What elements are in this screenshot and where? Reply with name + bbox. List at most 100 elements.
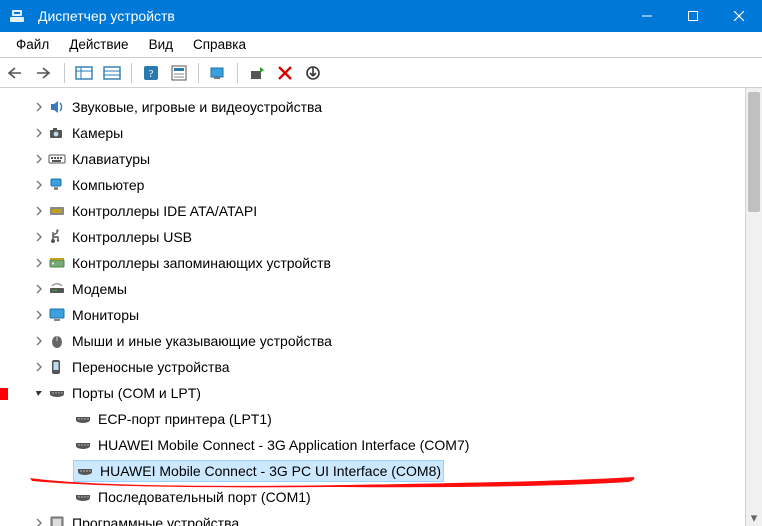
chevron-right-icon[interactable] [32, 230, 46, 244]
chevron-placeholder [58, 412, 72, 426]
tree-node-label: Камеры [72, 125, 123, 141]
camera-icon [48, 124, 66, 142]
client-area: Звуковые, игровые и видеоустройства Камер… [0, 88, 762, 526]
tree-node-label: Программные устройства [72, 515, 239, 526]
mouse-icon [48, 332, 66, 350]
monitor-icon [48, 306, 66, 324]
tree-node-label: Контроллеры запоминающих устройств [72, 255, 331, 271]
chevron-right-icon[interactable] [32, 126, 46, 140]
toolbar-disable-button[interactable] [300, 61, 326, 85]
chevron-down-icon[interactable] [32, 386, 46, 400]
modem-icon [48, 280, 66, 298]
menubar: Файл Действие Вид Справка [0, 32, 762, 58]
toolbar-separator [237, 63, 238, 83]
back-button[interactable] [4, 61, 30, 85]
toolbar-view-button[interactable] [71, 61, 97, 85]
port-icon [74, 436, 92, 454]
portable-icon [48, 358, 66, 376]
svg-text:?: ? [149, 68, 154, 80]
app-icon [8, 7, 26, 25]
tree-node-label: Компьютер [72, 177, 144, 193]
titlebar: Диспетчер устройств [0, 0, 762, 32]
tree-node[interactable]: Последовательный порт (COM1) [0, 484, 762, 510]
software-icon [48, 514, 66, 526]
port-icon [74, 410, 92, 428]
menu-action[interactable]: Действие [59, 34, 138, 55]
tree-node-label: Контроллеры USB [72, 229, 192, 245]
chevron-right-icon[interactable] [32, 178, 46, 192]
tree-node[interactable]: Звуковые, игровые и видеоустройства [0, 94, 762, 120]
tree-node[interactable]: Компьютер [0, 172, 762, 198]
toolbar-help-button[interactable]: ? [138, 61, 164, 85]
toolbar: ? [0, 58, 762, 88]
toolbar-update-driver-button[interactable] [244, 61, 270, 85]
chevron-right-icon[interactable] [32, 334, 46, 348]
tree-node-label: Звуковые, игровые и видеоустройства [72, 99, 322, 115]
scroll-down-button[interactable]: ▾ [746, 509, 762, 526]
keyboard-icon [48, 150, 66, 168]
chevron-right-icon[interactable] [32, 308, 46, 322]
chevron-placeholder [58, 464, 72, 478]
ide-icon [48, 202, 66, 220]
tree-node[interactable]: Программные устройства [0, 510, 762, 526]
pc-icon [48, 176, 66, 194]
tree-node-label: HUAWEI Mobile Connect - 3G PC UI Interfa… [100, 463, 441, 479]
toolbar-scan-button[interactable] [205, 61, 231, 85]
window-title: Диспетчер устройств [38, 8, 618, 24]
tree-node[interactable]: Контроллеры USB [0, 224, 762, 250]
menu-file[interactable]: Файл [6, 34, 59, 55]
port-icon [76, 462, 94, 480]
tree-node-label: ECP-порт принтера (LPT1) [98, 411, 272, 427]
port-icon [74, 488, 92, 506]
toolbar-uninstall-button[interactable] [272, 61, 298, 85]
toolbar-separator [131, 63, 132, 83]
chevron-right-icon[interactable] [32, 256, 46, 270]
tree-node[interactable]: Клавиатуры [0, 146, 762, 172]
tree-node[interactable]: Контроллеры запоминающих устройств [0, 250, 762, 276]
chevron-right-icon[interactable] [32, 360, 46, 374]
tree-node[interactable]: Мониторы [0, 302, 762, 328]
chevron-right-icon[interactable] [32, 152, 46, 166]
tree-node[interactable]: Модемы [0, 276, 762, 302]
port-icon [48, 384, 66, 402]
toolbar-separator [198, 63, 199, 83]
scroll-thumb[interactable] [748, 92, 760, 212]
menu-help[interactable]: Справка [183, 34, 256, 55]
tree-node[interactable]: HUAWEI Mobile Connect - 3G PC UI Interfa… [0, 458, 762, 484]
vertical-scrollbar[interactable]: ▴ ▾ [745, 88, 762, 526]
toolbar-details-button[interactable] [99, 61, 125, 85]
tree-node-label: Контроллеры IDE ATA/ATAPI [72, 203, 257, 219]
close-button[interactable] [716, 0, 762, 32]
toolbar-properties-button[interactable] [166, 61, 192, 85]
chevron-right-icon[interactable] [32, 516, 46, 526]
usb-icon [48, 228, 66, 246]
menu-view[interactable]: Вид [139, 34, 183, 55]
tree-node[interactable]: Мыши и иные указывающие устройства [0, 328, 762, 354]
tree-node-label: Последовательный порт (COM1) [98, 489, 311, 505]
chevron-placeholder [58, 438, 72, 452]
tree-node[interactable]: HUAWEI Mobile Connect - 3G Application I… [0, 432, 762, 458]
tree-node[interactable]: Контроллеры IDE ATA/ATAPI [0, 198, 762, 224]
toolbar-separator [64, 63, 65, 83]
storage-icon [48, 254, 66, 272]
chevron-right-icon[interactable] [32, 100, 46, 114]
tree-node-label: Модемы [72, 281, 127, 297]
tree-node-label: Переносные устройства [72, 359, 230, 375]
tree-node[interactable]: Переносные устройства [0, 354, 762, 380]
tree-node-label: HUAWEI Mobile Connect - 3G Application I… [98, 437, 469, 453]
tree-node-label: Клавиатуры [72, 151, 150, 167]
tree-node[interactable]: Порты (COM и LPT) [0, 380, 762, 406]
forward-button[interactable] [32, 61, 58, 85]
tree-node-label: Мониторы [72, 307, 139, 323]
device-tree[interactable]: Звуковые, игровые и видеоустройства Камер… [0, 88, 762, 526]
chevron-right-icon[interactable] [32, 282, 46, 296]
chevron-right-icon[interactable] [32, 204, 46, 218]
chevron-placeholder [58, 490, 72, 504]
minimize-button[interactable] [624, 0, 670, 32]
tree-node-label: Порты (COM и LPT) [72, 385, 201, 401]
maximize-button[interactable] [670, 0, 716, 32]
tree-node[interactable]: ECP-порт принтера (LPT1) [0, 406, 762, 432]
tree-node-label: Мыши и иные указывающие устройства [72, 333, 332, 349]
tree-node[interactable]: Камеры [0, 120, 762, 146]
audio-icon [48, 98, 66, 116]
